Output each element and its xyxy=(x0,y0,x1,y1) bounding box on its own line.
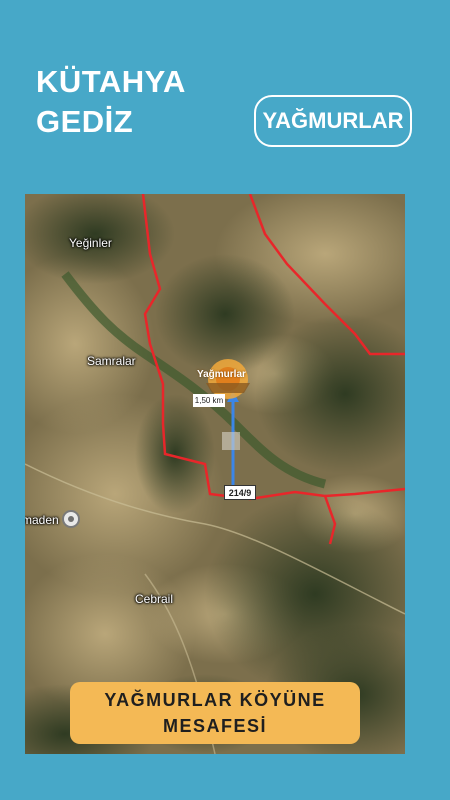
caption-line-1: YAĞMURLAR KÖYÜNE xyxy=(104,690,326,710)
place-label-cebrail: Cebrail xyxy=(135,592,174,606)
province-name: KÜTAHYA xyxy=(36,64,186,99)
region-title: KÜTAHYA GEDİZ xyxy=(36,62,186,142)
distance-label: 1,50 km xyxy=(193,394,225,407)
village-badge[interactable]: YAĞMURLAR xyxy=(254,95,412,147)
place-label-yeginler: Yeğinler xyxy=(69,236,112,250)
place-label-maden: maden xyxy=(25,513,59,527)
village-logo-label: Yağmurlar xyxy=(197,369,246,380)
place-label-samralar: Samralar xyxy=(87,354,136,368)
caption-line-2: MESAFESİ xyxy=(162,716,267,736)
distance-caption: YAĞMURLAR KÖYÜNE MESAFESİ xyxy=(70,682,360,744)
district-name: GEDİZ xyxy=(36,104,134,139)
location-pin-icon[interactable] xyxy=(62,510,80,528)
road-number-label: 214/9 xyxy=(224,485,256,500)
map-terrain xyxy=(25,194,405,754)
satellite-map[interactable]: Yeğinler Samralar Cebrail maden Yağmurla… xyxy=(25,194,405,754)
